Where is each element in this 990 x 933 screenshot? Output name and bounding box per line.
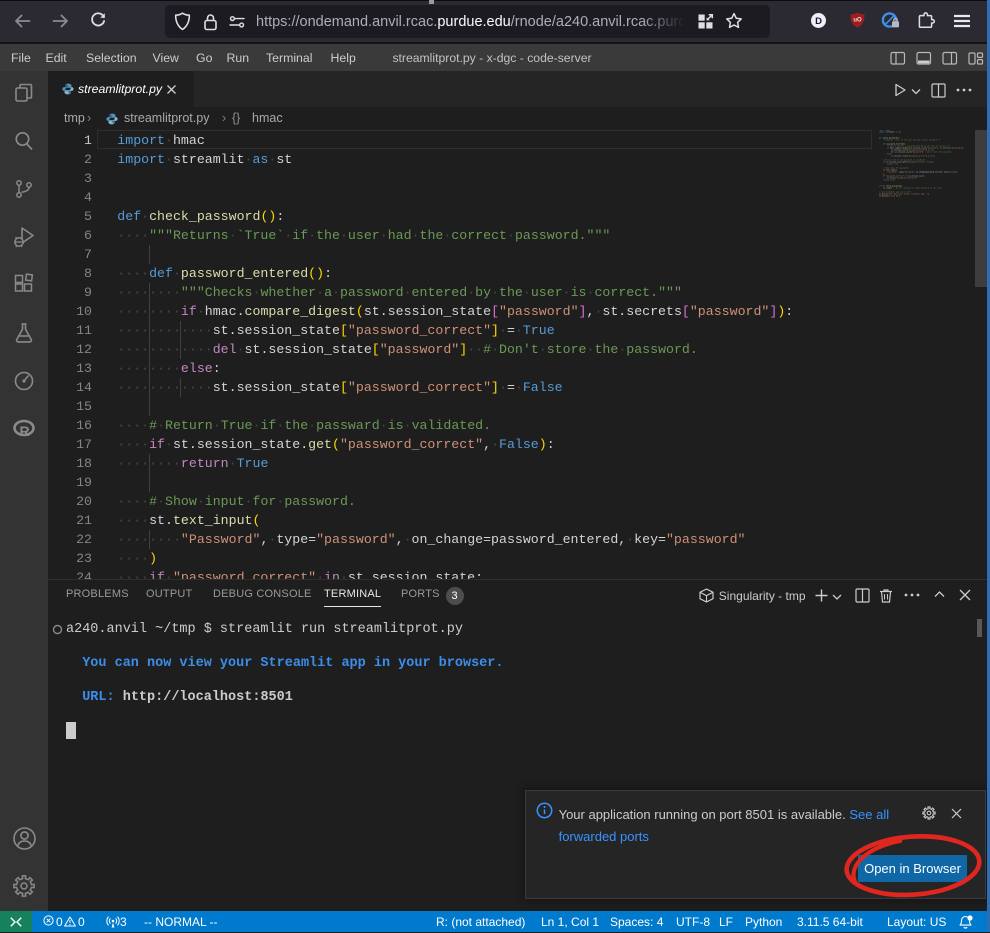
svg-text:R: R xyxy=(20,423,30,439)
svg-text:D: D xyxy=(815,16,822,27)
svg-text:uO: uO xyxy=(853,18,862,24)
